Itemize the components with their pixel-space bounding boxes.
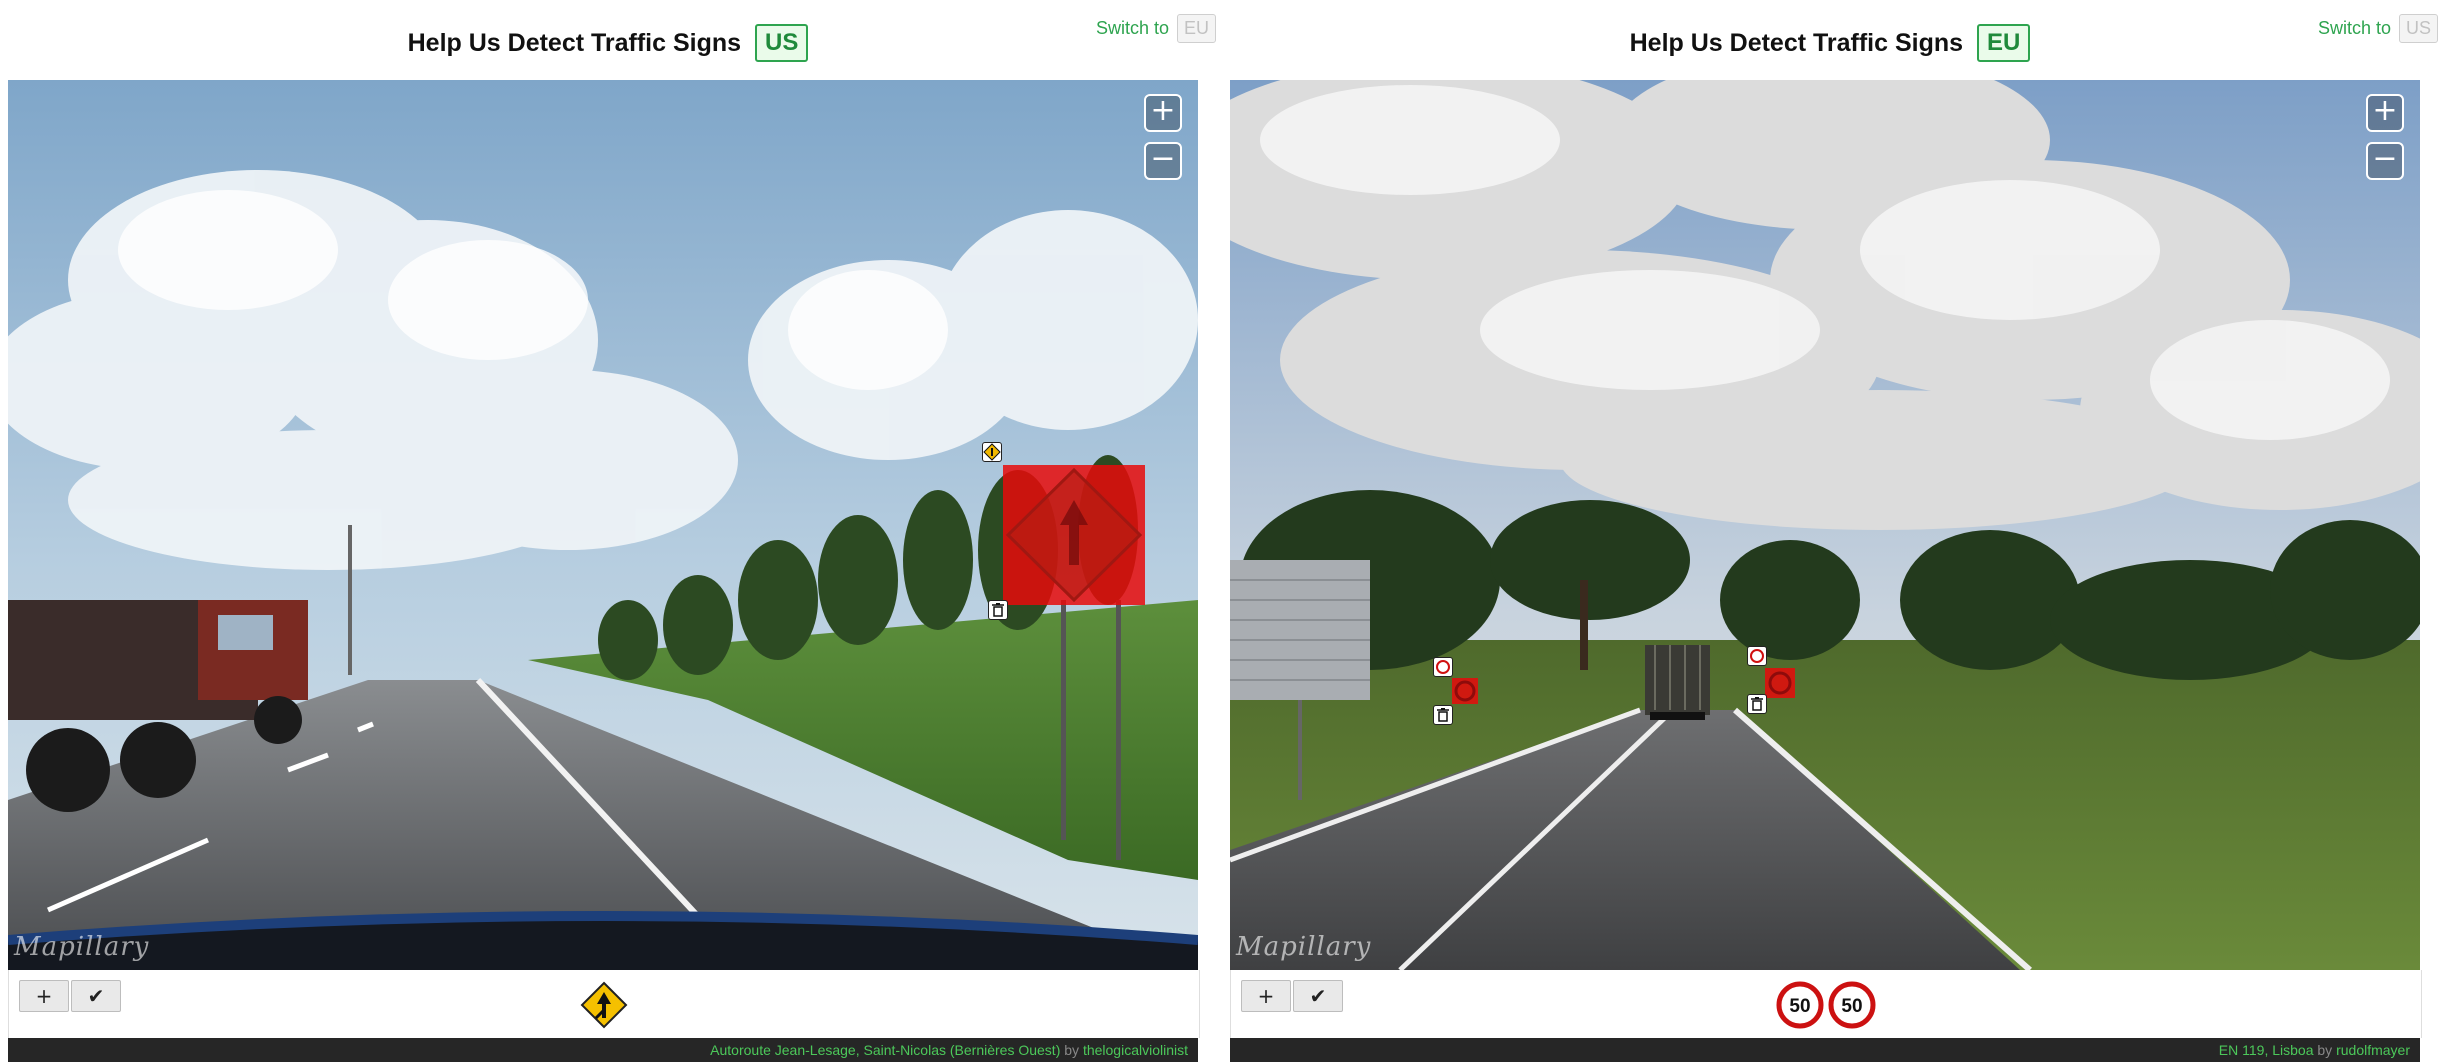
mapillary-watermark: Mapillary (14, 932, 150, 962)
trash-icon[interactable] (988, 600, 1008, 620)
speed-limit-sign-icon[interactable]: 50 (1828, 981, 1876, 1029)
title-wrap: Help Us Detect Traffic Signs US (8, 24, 1208, 62)
zoom-in-button[interactable]: + (2366, 94, 2404, 132)
merge-sign-overlay-icon (1005, 467, 1143, 603)
detection-box[interactable] (1765, 668, 1795, 698)
merge-sign-thumbnail-icon[interactable] (982, 442, 1002, 462)
detected-signs-list (9, 980, 1199, 1030)
trash-icon[interactable] (1747, 694, 1767, 714)
switch-label[interactable]: Switch to (2318, 18, 2391, 39)
attribution-by: by (1064, 1042, 1080, 1058)
annotation-toolbar: + ✔ 50 50 (1230, 970, 2422, 1038)
annotation-toolbar: + ✔ (8, 970, 1200, 1038)
detection-box[interactable] (1003, 465, 1145, 605)
speed-limit-sign-icon[interactable]: 50 (1776, 981, 1824, 1029)
speed-limit-overlay-icon (1454, 680, 1476, 702)
speed-limit-overlay-icon (1768, 671, 1792, 695)
image-attribution: EN 119, Lisboa by rudolfmayer (1230, 1038, 2420, 1062)
page-title: Help Us Detect Traffic Signs (407, 28, 742, 57)
speed-limit-thumbnail-icon[interactable] (1433, 657, 1453, 677)
zoom-out-button[interactable]: − (2366, 142, 2404, 180)
region-badge: US (755, 24, 809, 62)
region-switch[interactable]: Switch to US (2318, 14, 2438, 43)
detection-box[interactable] (1452, 678, 1478, 704)
switch-label[interactable]: Switch to (1096, 18, 1169, 39)
speed-limit-thumbnail-icon[interactable] (1747, 646, 1767, 666)
location-link[interactable]: Autoroute Jean-Lesage, Saint-Nicolas (Be… (710, 1042, 1060, 1058)
zoom-in-button[interactable]: + (1144, 94, 1182, 132)
page-title: Help Us Detect Traffic Signs (1629, 28, 1964, 57)
mapillary-watermark: Mapillary (1236, 932, 1372, 962)
region-switch[interactable]: Switch to EU (1096, 14, 1216, 43)
location-link[interactable]: EN 119, Lisboa (2219, 1042, 2314, 1058)
street-image-viewer[interactable]: + − Mapillary (8, 80, 1198, 970)
panel-us: Help Us Detect Traffic Signs US Switch t… (8, 0, 1216, 1062)
merge-warning-sign-icon[interactable] (579, 980, 629, 1030)
user-link[interactable]: thelogicalviolinist (1083, 1042, 1188, 1058)
title-wrap: Help Us Detect Traffic Signs EU (1230, 24, 2430, 62)
panel-header: Help Us Detect Traffic Signs EU Switch t… (1230, 0, 2438, 80)
trash-icon[interactable] (1433, 705, 1453, 725)
switch-region-button[interactable]: US (2398, 14, 2438, 43)
speed-limit-value: 50 (1789, 996, 1810, 1017)
panel-eu: Help Us Detect Traffic Signs EU Switch t… (1230, 0, 2438, 1062)
detected-signs-list: 50 50 (1231, 980, 2421, 1030)
street-image-viewer[interactable]: + − Mapillary (1230, 80, 2420, 970)
user-link[interactable]: rudolfmayer (2336, 1042, 2410, 1058)
panel-header: Help Us Detect Traffic Signs US Switch t… (8, 0, 1216, 80)
switch-region-button[interactable]: EU (1176, 14, 1216, 43)
street-photo-eu (1230, 80, 2420, 970)
attribution-by: by (2317, 1042, 2333, 1058)
zoom-out-button[interactable]: − (1144, 142, 1182, 180)
speed-limit-value: 50 (1841, 996, 1862, 1017)
region-badge: EU (1977, 24, 2031, 62)
image-attribution: Autoroute Jean-Lesage, Saint-Nicolas (Be… (8, 1038, 1198, 1062)
